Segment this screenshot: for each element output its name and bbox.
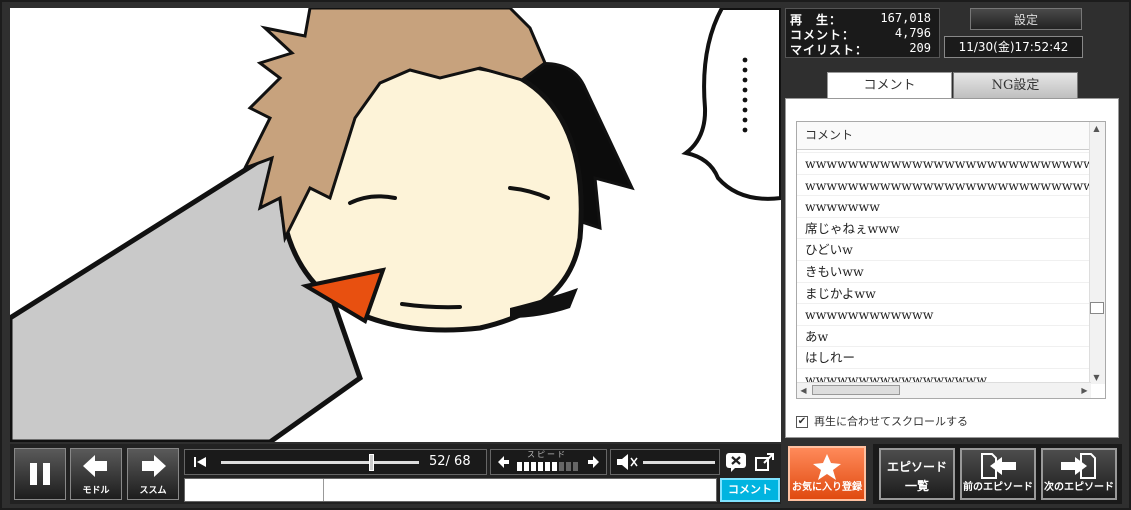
forward-label: ススム	[139, 486, 167, 496]
comment-list[interactable]: コメント wwwwwwwwwwwwwwwwwwwwwwwwww wwwwww ww…	[796, 121, 1106, 399]
next-episode-label: 次のエピソード	[1044, 482, 1114, 493]
back-label: モドル	[82, 486, 110, 496]
fullscreen-icon	[755, 453, 774, 471]
scroll-up-icon[interactable]: ▲	[1090, 122, 1103, 135]
comment-row[interactable]: きもいww	[797, 259, 1091, 282]
tab-ng-settings[interactable]: NG設定	[953, 72, 1078, 99]
comment-row[interactable]: wwwwwwwwwwwwwwwwwwwwwwwwwwwwwwww	[797, 152, 1091, 174]
episode-list-button[interactable]: エピソード 一覧	[879, 448, 955, 500]
comment-rows: wwwwwwwwwwwwwwwwwwwwwwwwww wwwwww wwwwwww…	[797, 152, 1091, 390]
comment-toggle-button[interactable]	[725, 451, 747, 473]
speed-level-cell	[538, 462, 543, 471]
previous-episode-label: 前のエピソード	[963, 482, 1033, 493]
seekbar[interactable]: 52/ 68	[184, 449, 487, 475]
comment-row[interactable]: あw	[797, 324, 1091, 347]
skip-to-start-icon[interactable]	[189, 450, 211, 474]
speed-up-icon[interactable]	[586, 450, 602, 474]
comment-row[interactable]: wwwwwwwwwwww	[797, 303, 1091, 325]
volume-control[interactable]	[610, 449, 720, 475]
previous-episode-button[interactable]: 前のエピソード	[960, 448, 1036, 500]
speed-level-cell	[545, 462, 550, 471]
mylist-count: 209	[909, 41, 931, 55]
video-frame-illustration	[10, 8, 781, 442]
arrow-left-icon	[83, 455, 107, 477]
video-screen[interactable]	[10, 8, 781, 442]
speed-level-cell	[552, 462, 557, 471]
mylist-label: マイリスト：	[790, 43, 869, 57]
horizontal-scroll-thumb[interactable]	[812, 385, 900, 395]
scroll-down-icon[interactable]: ▼	[1090, 371, 1103, 384]
speed-level-cell	[559, 462, 564, 471]
comment-text-input[interactable]	[324, 479, 716, 501]
current-datetime: 11/30(金)17:52:42	[944, 36, 1083, 58]
fullscreen-button[interactable]	[754, 451, 776, 473]
plays-count: 167,018	[880, 11, 931, 25]
star-icon	[813, 454, 841, 480]
pause-icon	[30, 463, 50, 485]
autoscroll-checkbox[interactable]: ✔	[796, 416, 808, 428]
vertical-scroll-thumb[interactable]	[1090, 302, 1104, 314]
pause-button[interactable]	[14, 448, 66, 500]
forward-button[interactable]: ススム	[127, 448, 179, 500]
speed-control[interactable]: スピード	[490, 449, 607, 475]
arrow-right-icon	[142, 455, 166, 477]
comment-row[interactable]: wwwwwww	[797, 195, 1091, 217]
comment-column-header[interactable]: コメント	[797, 122, 1091, 150]
comment-submit-button[interactable]: コメント	[720, 478, 780, 502]
comment-row[interactable]: はしれー	[797, 346, 1091, 368]
scroll-left-icon[interactable]: ◀	[797, 384, 810, 397]
episode-list-label-1: エピソード	[886, 460, 947, 474]
comment-row[interactable]: ひどいw	[797, 238, 1091, 260]
comment-input-row	[184, 478, 717, 502]
favorite-label: お気に入り登録	[792, 482, 862, 493]
playback-time: 52/ 68	[429, 454, 471, 469]
speed-level-cell	[573, 462, 578, 471]
comment-command-input[interactable]	[185, 479, 324, 501]
comment-row[interactable]: まじかよww	[797, 281, 1091, 304]
vertical-scrollbar[interactable]: ▲ ▼	[1089, 122, 1105, 384]
comments-count: 4,796	[894, 26, 931, 40]
next-episode-button[interactable]: 次のエピソード	[1041, 448, 1117, 500]
settings-button[interactable]: 設定	[970, 8, 1082, 30]
speed-label: スピード	[527, 450, 567, 459]
back-button[interactable]: モドル	[70, 448, 122, 500]
favorite-button[interactable]: お気に入り登録	[788, 446, 866, 501]
speed-level-cell	[517, 462, 522, 471]
video-stats: 再 生： 167,018 コメント： 4,796 マイリスト： 209	[785, 8, 940, 58]
comment-panel: コメント wwwwwwwwwwwwwwwwwwwwwwwwww wwwwww ww…	[785, 98, 1119, 438]
speed-level-cell	[566, 462, 571, 471]
comment-row[interactable]: wwwwwwwwwwwwwwwwwwwwwwwwwwwwwwww	[797, 173, 1091, 196]
speed-level-cell	[524, 462, 529, 471]
speed-level-meter	[517, 462, 578, 471]
seek-thumb[interactable]	[369, 454, 374, 471]
autoscroll-label: 再生に合わせてスクロールする	[814, 415, 968, 428]
horizontal-scrollbar[interactable]: ◀ ▶	[797, 382, 1091, 398]
seek-track[interactable]	[221, 461, 419, 464]
tab-comment[interactable]: コメント	[827, 72, 952, 99]
comment-off-icon	[726, 453, 746, 472]
scroll-right-icon[interactable]: ▶	[1078, 384, 1091, 397]
autoscroll-option[interactable]: ✔ 再生に合わせてスクロールする	[796, 413, 968, 429]
episode-list-label-2: 一覧	[904, 479, 929, 493]
speaker-mute-icon[interactable]	[614, 450, 640, 474]
speed-level-cell	[531, 462, 536, 471]
volume-track[interactable]	[643, 461, 715, 464]
comment-row[interactable]: 席じゃねぇwww	[797, 216, 1091, 239]
speed-down-icon[interactable]	[495, 450, 511, 474]
